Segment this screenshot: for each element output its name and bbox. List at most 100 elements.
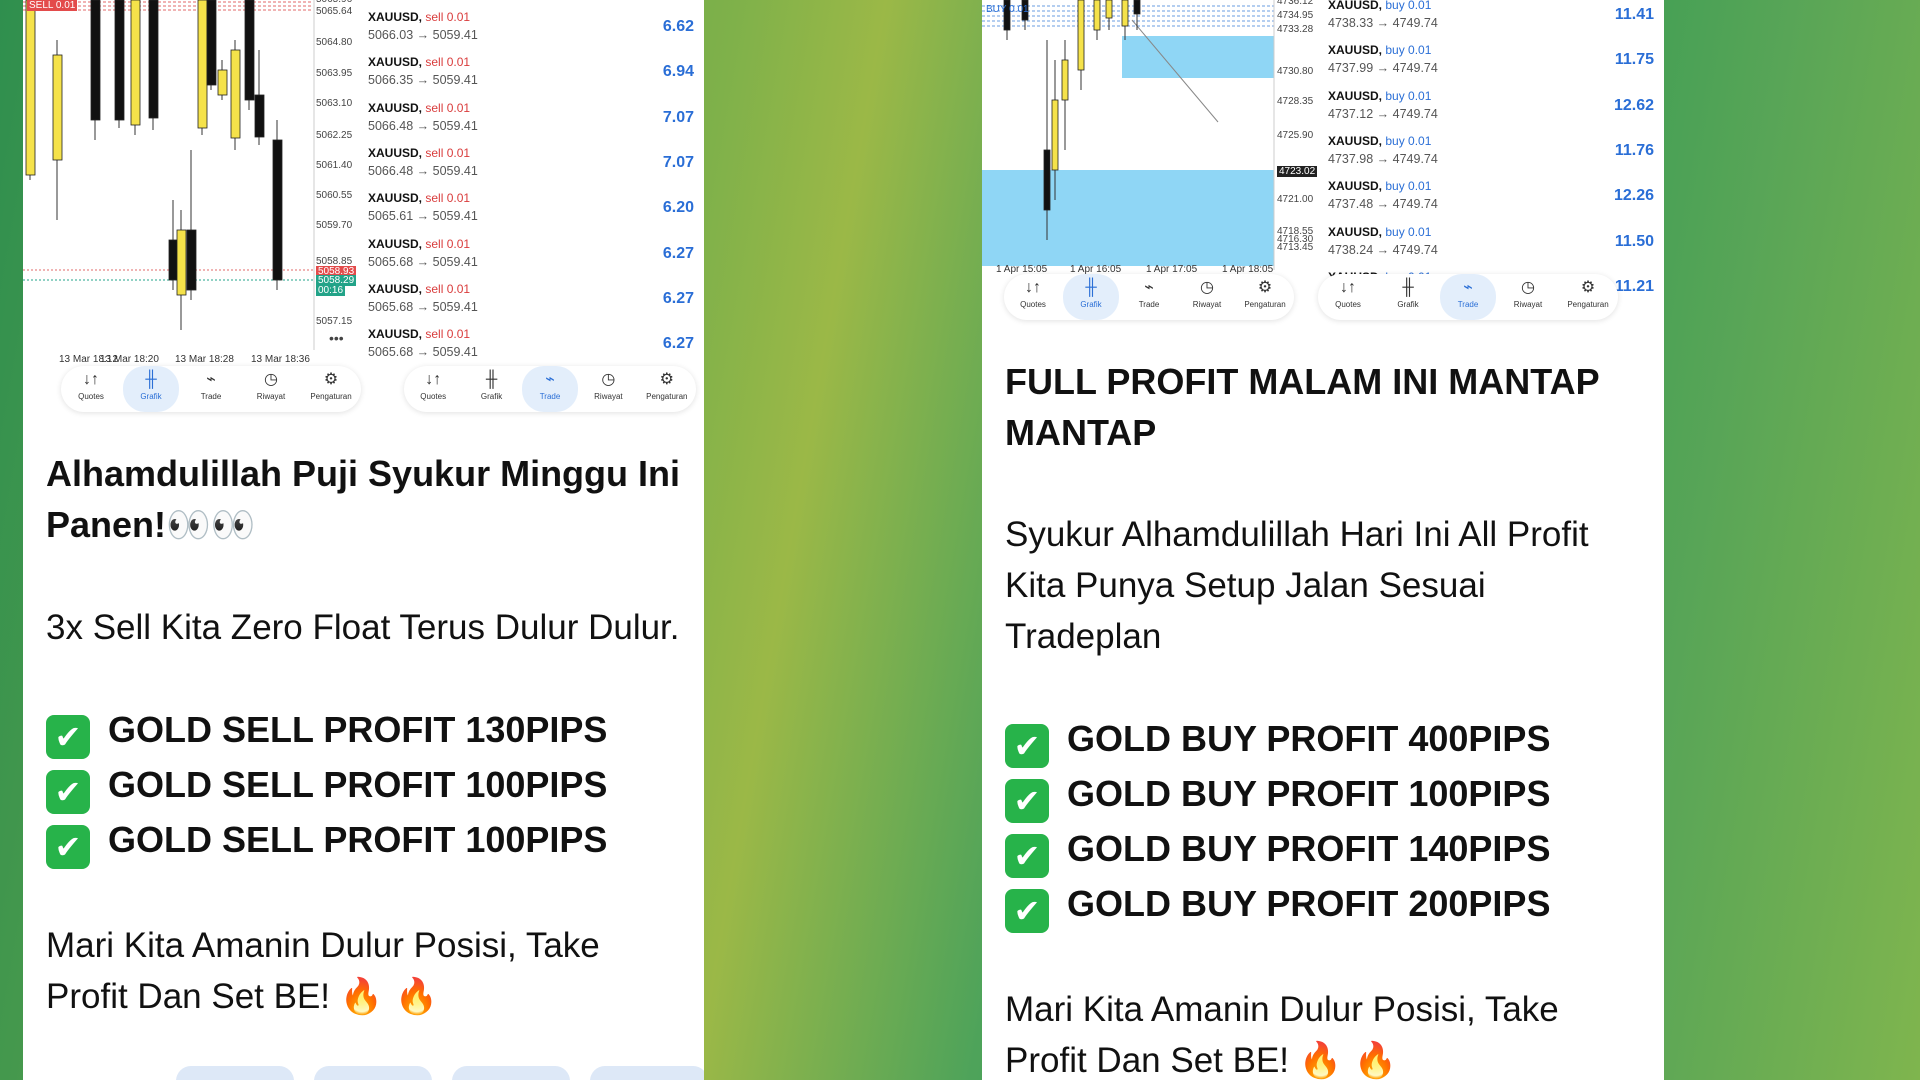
tab-quotes[interactable]: ↓↑ Quotes: [1005, 274, 1061, 320]
quotes-icon: ↓↑: [425, 371, 442, 388]
tab-label: Grafik: [480, 392, 503, 401]
tab-label: Quotes: [420, 392, 447, 401]
tab-pengaturan[interactable]: ⚙ Pengaturan: [639, 366, 695, 412]
more-icon[interactable]: •••: [329, 330, 344, 346]
tab-riwayat[interactable]: ◷ Riwayat: [1179, 274, 1235, 320]
candle: [217, 69, 228, 96]
tab-trade[interactable]: ⌁ Trade: [1440, 274, 1496, 320]
candle: [90, 0, 101, 121]
left-order-list: XAUUSD, sell 0.01 5065.68 → 5059.41 6.27 XA…: [368, 0, 704, 432]
tab-pengaturan[interactable]: ⚙ Pengaturan: [303, 366, 359, 412]
tab-riwayat[interactable]: ◷ Riwayat: [1500, 274, 1556, 320]
order-profit: 7.07: [662, 153, 694, 171]
message-closing: Mari Kita Amanin Dulur Posisi, Take Prof…: [46, 926, 600, 1017]
order-profit: 12.26: [1613, 187, 1654, 205]
tab-riwayat[interactable]: ◷ Riwayat: [580, 366, 636, 412]
time-axis-label: 13 Mar 18:36: [251, 354, 310, 365]
tab-quotes[interactable]: ↓↑ Quotes: [63, 366, 119, 412]
candle: [1105, 0, 1113, 19]
order-prices: 5066.48 → 5059.41: [368, 163, 478, 178]
left-trade-tabbar: ↓↑ Quotes ╫ Grafik ⌁ Trade ◷ Riwayat ⚙ Pengaturan: [404, 366, 696, 412]
order-profit: 11.21: [1614, 277, 1654, 295]
profit-item: ✔ GOLD SELL PROFIT 130PIPS: [46, 704, 686, 759]
tab-grafik[interactable]: ╫ Grafik: [123, 366, 179, 412]
order-row[interactable]: XAUUSD, sell 0.01 5065.61 → 5059.41 6.20: [368, 181, 704, 226]
price-axis-label: 5064.80: [316, 37, 353, 48]
order-side: sell 0.01: [425, 100, 471, 115]
message-closing: Mari Kita Amanin Dulur Posisi, Take Prof…: [1005, 990, 1559, 1080]
tab-trade[interactable]: ⌁ Trade: [522, 366, 578, 412]
check-icon: ✔: [46, 825, 90, 869]
reaction-chip[interactable]: [314, 1066, 432, 1080]
check-icon: ✔: [1005, 779, 1049, 823]
right-trade-screenshot: BUY 0.01 4736.12 4734.95 4733.28 4730.80 472…: [982, 0, 1664, 338]
tab-label: Pengaturan: [1567, 300, 1609, 309]
reaction-chip[interactable]: [176, 1066, 294, 1080]
settings-icon: ⚙: [323, 371, 339, 388]
order-row[interactable]: XAUUSD, buy 0.01 4737.12 → 4749.74 12.62: [1328, 79, 1664, 124]
price-axis-label: 4713.45: [1277, 242, 1314, 253]
order-row[interactable]: XAUUSD, sell 0.01 5066.48 → 5059.41 7.07: [368, 136, 704, 181]
profit-item-text: GOLD BUY PROFIT 400PIPS: [1067, 718, 1551, 759]
order-row[interactable]: XAUUSD, buy 0.01 4737.48 → 4749.74 12.26: [1328, 169, 1664, 214]
time-axis-label: 13 Mar 18:20: [100, 354, 159, 365]
trade-icon: ⌁: [545, 371, 555, 388]
right-chart-order-tag: BUY 0.01: [986, 4, 1029, 15]
order-symbol: XAUUSD, buy 0.01: [1328, 88, 1432, 103]
tab-grafik[interactable]: ╫ Grafik: [1380, 274, 1436, 320]
candle: [1077, 0, 1085, 71]
tab-label: Pengaturan: [646, 392, 688, 401]
candle: [1061, 59, 1069, 101]
candle: [148, 0, 159, 119]
candle: [244, 0, 255, 101]
candle: [176, 229, 187, 296]
tab-quotes[interactable]: ↓↑ Quotes: [405, 366, 461, 412]
left-candle-chart: SELL 0.01 5065.965065.64 5064.80 5063.95 50…: [23, 0, 363, 432]
price-axis-label: 4734.95: [1277, 10, 1314, 21]
order-row[interactable]: XAUUSD, buy 0.01 4737.98 → 4749.74 11.76: [1328, 124, 1664, 169]
tab-trade[interactable]: ⌁ Trade: [1121, 274, 1177, 320]
order-side: sell 0.01: [425, 10, 471, 24]
profit-item-text: GOLD SELL PROFIT 100PIPS: [108, 764, 608, 805]
order-row[interactable]: XAUUSD, buy 0.01 4738.33 → 4749.74 11.41: [1328, 0, 1664, 33]
order-symbol: XAUUSD, sell 0.01: [368, 100, 471, 115]
order-profit: 6.27: [662, 335, 694, 353]
order-profit: 6.27: [662, 244, 694, 262]
order-prices: 5065.68 → 5059.41: [368, 299, 478, 314]
order-row[interactable]: XAUUSD, buy 0.01 4737.99 → 4749.74 11.75: [1328, 33, 1664, 78]
support-zone: [982, 170, 1274, 266]
tab-pengaturan[interactable]: ⚙ Pengaturan: [1560, 274, 1616, 320]
candle: [1043, 149, 1051, 211]
tab-pengaturan[interactable]: ⚙ Pengaturan: [1237, 274, 1293, 320]
candle: [1093, 0, 1101, 31]
order-prices: 5066.48 → 5059.41: [368, 118, 478, 133]
order-row[interactable]: XAUUSD, sell 0.01 5066.48 → 5059.41 7.07: [368, 91, 704, 136]
order-profit: 6.27: [662, 289, 694, 307]
candle: [52, 54, 63, 161]
candle: [1051, 99, 1059, 171]
tab-trade[interactable]: ⌁ Trade: [183, 366, 239, 412]
tab-riwayat[interactable]: ◷ Riwayat: [243, 366, 299, 412]
tab-grafik[interactable]: ╫ Grafik: [1063, 274, 1119, 320]
order-symbol: XAUUSD, sell 0.01: [368, 236, 471, 251]
order-row[interactable]: XAUUSD, sell 0.01 5066.35 → 5059.41 6.94: [368, 45, 704, 90]
order-row[interactable]: XAUUSD, sell 0.01 5065.68 → 5059.41 6.27: [368, 272, 704, 317]
tab-grafik[interactable]: ╫ Grafik: [464, 366, 520, 412]
order-row[interactable]: XAUUSD, sell 0.01 5065.68 → 5059.41 6.27: [368, 227, 704, 272]
tab-label: Trade: [539, 392, 561, 401]
reaction-chip[interactable]: [590, 1066, 704, 1080]
order-symbol: XAUUSD, buy 0.01: [1328, 224, 1432, 239]
candle: [130, 0, 141, 126]
trade-icon: ⌁: [1463, 279, 1473, 296]
settings-icon: ⚙: [1580, 279, 1596, 296]
price-axis-label: 5060.55: [316, 190, 353, 201]
tab-quotes[interactable]: ↓↑ Quotes: [1320, 274, 1376, 320]
price-axis-label: 4733.28: [1277, 24, 1314, 35]
tab-label: Quotes: [78, 392, 104, 401]
order-row[interactable]: XAUUSD, buy 0.01 4738.24 → 4749.74 11.50: [1328, 215, 1664, 260]
order-row[interactable]: XAUUSD, sell 0.01 5065.68 → 5059.41 6.27: [368, 317, 704, 362]
candle: [1121, 0, 1129, 27]
order-row[interactable]: XAUUSD, sell 0.01 5066.03 → 5059.41 6.62: [368, 0, 704, 45]
price-axis-label: 5062.25: [316, 130, 353, 141]
reaction-chip[interactable]: [452, 1066, 570, 1080]
